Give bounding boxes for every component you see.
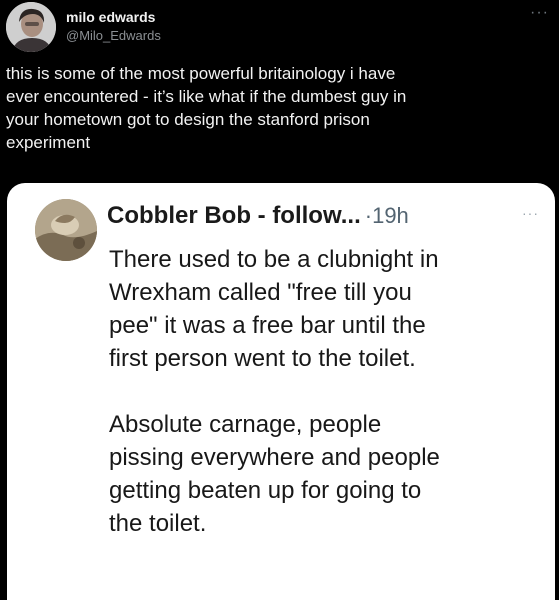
author-handle[interactable]: @Milo_Edwards: [66, 27, 161, 44]
quoted-timestamp[interactable]: 19h: [372, 203, 409, 228]
outer-tweet: milo edwards @Milo_Edwards ··· this is s…: [0, 0, 559, 600]
author-display-name[interactable]: milo edwards: [66, 9, 161, 26]
quoted-tweet-card[interactable]: Cobbler Bob - follow... ·19h ··· There us…: [7, 183, 555, 600]
quoted-tweet-body: There used to be a clubnight in Wrexham …: [109, 243, 539, 540]
outer-tweet-header: milo edwards @Milo_Edwards ···: [6, 2, 551, 58]
outer-author-block: milo edwards @Milo_Edwards: [66, 9, 161, 44]
profile-photo-icon: [35, 199, 97, 261]
profile-photo-icon: [6, 2, 56, 52]
quoted-author-name[interactable]: Cobbler Bob - follow...: [107, 202, 361, 229]
avatar[interactable]: [6, 2, 56, 52]
quoted-paragraph: There used to be a clubnight in Wrexham …: [109, 246, 439, 372]
quoted-tweet-header: Cobbler Bob - follow... ·19h: [107, 202, 547, 234]
more-dots-icon[interactable]: ···: [530, 5, 549, 21]
more-dots-icon[interactable]: ···: [522, 205, 539, 221]
tweet-text: this is some of the most powerful britai…: [6, 64, 407, 152]
quoted-avatar[interactable]: [35, 199, 97, 261]
quoted-paragraph: Absolute carnage, people pissing everywh…: [109, 411, 440, 537]
meta-separator: ·: [364, 203, 373, 228]
